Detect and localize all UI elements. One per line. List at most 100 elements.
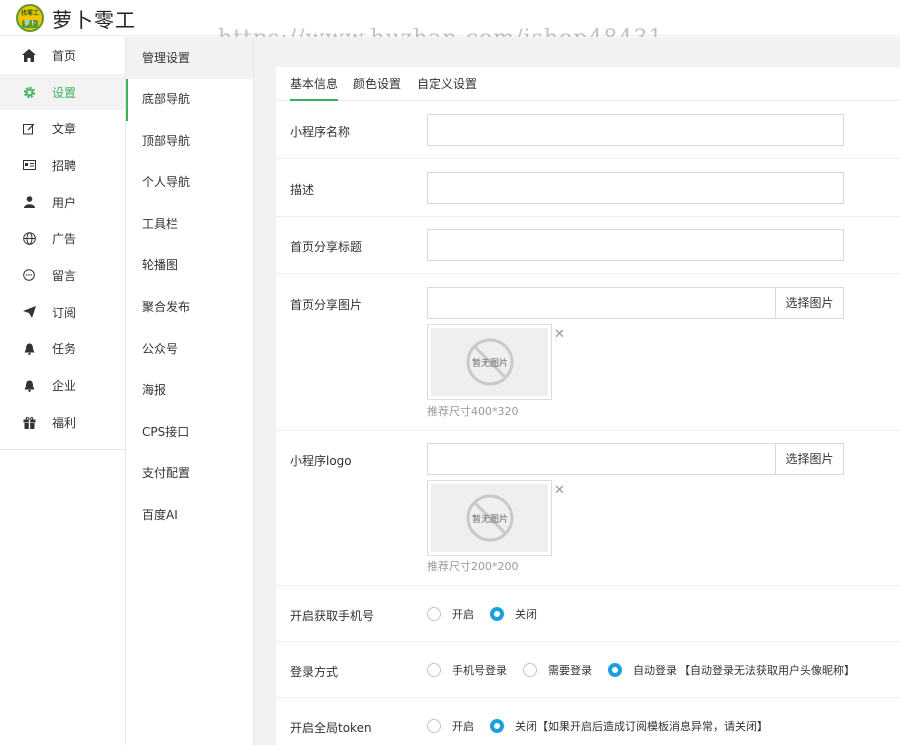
phone-radio-group: 开启 关闭: [427, 606, 553, 622]
sidebar-item-tasks[interactable]: 任务: [0, 331, 125, 368]
radio-label: 开启: [452, 720, 474, 733]
globe-icon: [20, 230, 38, 248]
radio-label: 开启: [452, 608, 474, 621]
login-radio-phone[interactable]: 手机号登录: [427, 662, 523, 678]
id-card-icon: [20, 156, 38, 174]
global-token-label: 开启全局token: [290, 721, 372, 735]
sidebar-item-articles[interactable]: 文章: [0, 110, 125, 147]
radio-circle: [427, 663, 441, 677]
radio-label: 关闭: [515, 608, 537, 621]
sidebar-item-company[interactable]: 企业: [0, 367, 125, 404]
sidebar-item-welfare[interactable]: 福利: [0, 404, 125, 441]
remove-logo-icon[interactable]: ✕: [554, 484, 565, 497]
send-icon: [20, 303, 38, 321]
logo-pick-button[interactable]: 选择图片: [775, 443, 844, 475]
logo-label: 小程序logo: [290, 454, 352, 468]
sidebar-item-home[interactable]: 首页: [0, 37, 125, 74]
logo-text-top: 找零工: [20, 10, 39, 17]
brand-name: 萝卜零工: [52, 8, 136, 32]
description-input[interactable]: [427, 172, 844, 204]
sidebar-item-label: 设置: [52, 85, 77, 100]
subnav-title: 管理设置: [126, 37, 253, 79]
subnav: 管理设置 底部导航 顶部导航 个人导航 工具栏 轮播图 聚合发布 公众号 海报 …: [126, 37, 254, 745]
form-row-description: 描述: [276, 159, 900, 217]
sidebar-item-recruit[interactable]: 招聘: [0, 147, 125, 184]
subnav-item-personal-nav[interactable]: 个人导航: [126, 162, 253, 204]
sidebar-item-messages[interactable]: 留言: [0, 257, 125, 294]
share-title-input[interactable]: [427, 229, 844, 261]
radio-circle: [427, 607, 441, 621]
sidebar-item-subscribe[interactable]: 订阅: [0, 294, 125, 331]
login-radio-auto[interactable]: 自动登录: [608, 662, 679, 678]
phone-radio-off[interactable]: 关闭: [490, 606, 553, 622]
sidebar-item-ads[interactable]: 广告: [0, 220, 125, 257]
tab-custom-settings[interactable]: 自定义设置: [417, 67, 477, 101]
sidebar-divider: [0, 449, 126, 450]
logo-preview: 暂无图片: [427, 480, 552, 556]
sidebar-item-users[interactable]: 用户: [0, 184, 125, 221]
radio-circle-checked: [490, 607, 504, 621]
subnav-item-toolbar[interactable]: 工具栏: [126, 204, 253, 246]
form-row-phone: 开启获取手机号 开启 关闭: [276, 586, 900, 642]
tab-color-settings[interactable]: 颜色设置: [353, 67, 401, 101]
sidebar-item-settings[interactable]: 设置: [0, 73, 125, 111]
form-row-login-mode: 登录方式 手机号登录 需要登录 自动登录 【自动登录无法获取用户头像昵称】: [276, 642, 900, 698]
share-image-pick-button[interactable]: 选择图片: [775, 287, 844, 319]
subnav-item-baidu-ai[interactable]: 百度AI: [126, 495, 253, 537]
radio-circle-checked: [490, 719, 504, 733]
tab-bar: 基本信息 颜色设置 自定义设置: [276, 67, 900, 101]
app-name-input[interactable]: [427, 114, 844, 146]
sidebar-item-label: 文章: [52, 122, 77, 137]
no-image-placeholder: 暂无图片: [431, 328, 548, 396]
no-image-text: 暂无图片: [471, 357, 507, 369]
subnav-item-aggregate[interactable]: 聚合发布: [126, 287, 253, 329]
share-title-label: 首页分享标题: [290, 240, 363, 254]
sidebar-item-label: 订阅: [52, 305, 77, 320]
sidebar-item-label: 福利: [52, 415, 77, 430]
subnav-item-top-nav[interactable]: 顶部导航: [126, 121, 253, 163]
phone-label: 开启获取手机号: [290, 609, 375, 623]
sidebar-item-label: 任务: [52, 342, 77, 357]
form-row-global-token: 开启全局token 开启 关闭 【如果开启后造成订阅模板消息异常，请关闭】: [276, 698, 900, 745]
share-image-hint: 推荐尺寸400*320: [427, 405, 519, 418]
share-image-preview: 暂无图片: [427, 324, 552, 400]
login-mode-label: 登录方式: [290, 665, 339, 679]
home-icon: [20, 46, 38, 64]
sidebar-item-label: 首页: [52, 48, 77, 63]
tab-basic-info[interactable]: 基本信息: [290, 67, 339, 101]
form-row-share-image: 首页分享图片 选择图片 暂无图片 ✕ 推荐尺寸400*320: [276, 274, 900, 431]
radio-label: 自动登录: [633, 664, 677, 677]
subnav-item-official-account[interactable]: 公众号: [126, 329, 253, 371]
logo-hint: 推荐尺寸200*200: [427, 560, 519, 573]
radio-circle: [523, 663, 537, 677]
subnav-item-poster[interactable]: 海报: [126, 370, 253, 412]
chat-icon: [20, 266, 38, 284]
edit-icon: [20, 120, 38, 138]
user-icon: [20, 193, 38, 211]
phone-radio-on[interactable]: 开启: [427, 606, 490, 622]
share-image-input[interactable]: [427, 287, 776, 319]
share-image-label: 首页分享图片: [290, 298, 363, 312]
sidebar: 首页 设置 文章 招聘 用户 广告 留言 订阅 任务 企业 福利: [0, 37, 126, 745]
subnav-item-cps[interactable]: CPS接口: [126, 412, 253, 454]
no-image-placeholder: 暂无图片: [431, 484, 548, 552]
app-name-label: 小程序名称: [290, 125, 351, 139]
login-radio-required[interactable]: 需要登录: [523, 662, 608, 678]
subnav-item-bottom-nav[interactable]: 底部导航: [126, 79, 253, 121]
gear-icon: [20, 83, 38, 101]
token-radio-group: 开启 关闭 【如果开启后造成订阅模板消息异常，请关闭】: [427, 718, 768, 734]
radio-label: 关闭: [515, 720, 537, 733]
subnav-item-payment[interactable]: 支付配置: [126, 453, 253, 495]
no-image-text: 暂无图片: [471, 513, 507, 525]
sidebar-item-label: 招聘: [52, 158, 77, 173]
token-radio-off[interactable]: 关闭: [490, 718, 537, 734]
sidebar-item-label: 留言: [52, 268, 77, 283]
sidebar-item-label: 广告: [52, 232, 77, 247]
radio-circle: [427, 719, 441, 733]
remove-share-image-icon[interactable]: ✕: [554, 328, 565, 341]
token-radio-on[interactable]: 开启: [427, 718, 490, 734]
radio-circle-checked: [608, 663, 622, 677]
global-token-note: 【如果开启后造成订阅模板消息异常，请关闭】: [537, 720, 768, 733]
subnav-item-carousel[interactable]: 轮播图: [126, 245, 253, 287]
logo-input[interactable]: [427, 443, 776, 475]
